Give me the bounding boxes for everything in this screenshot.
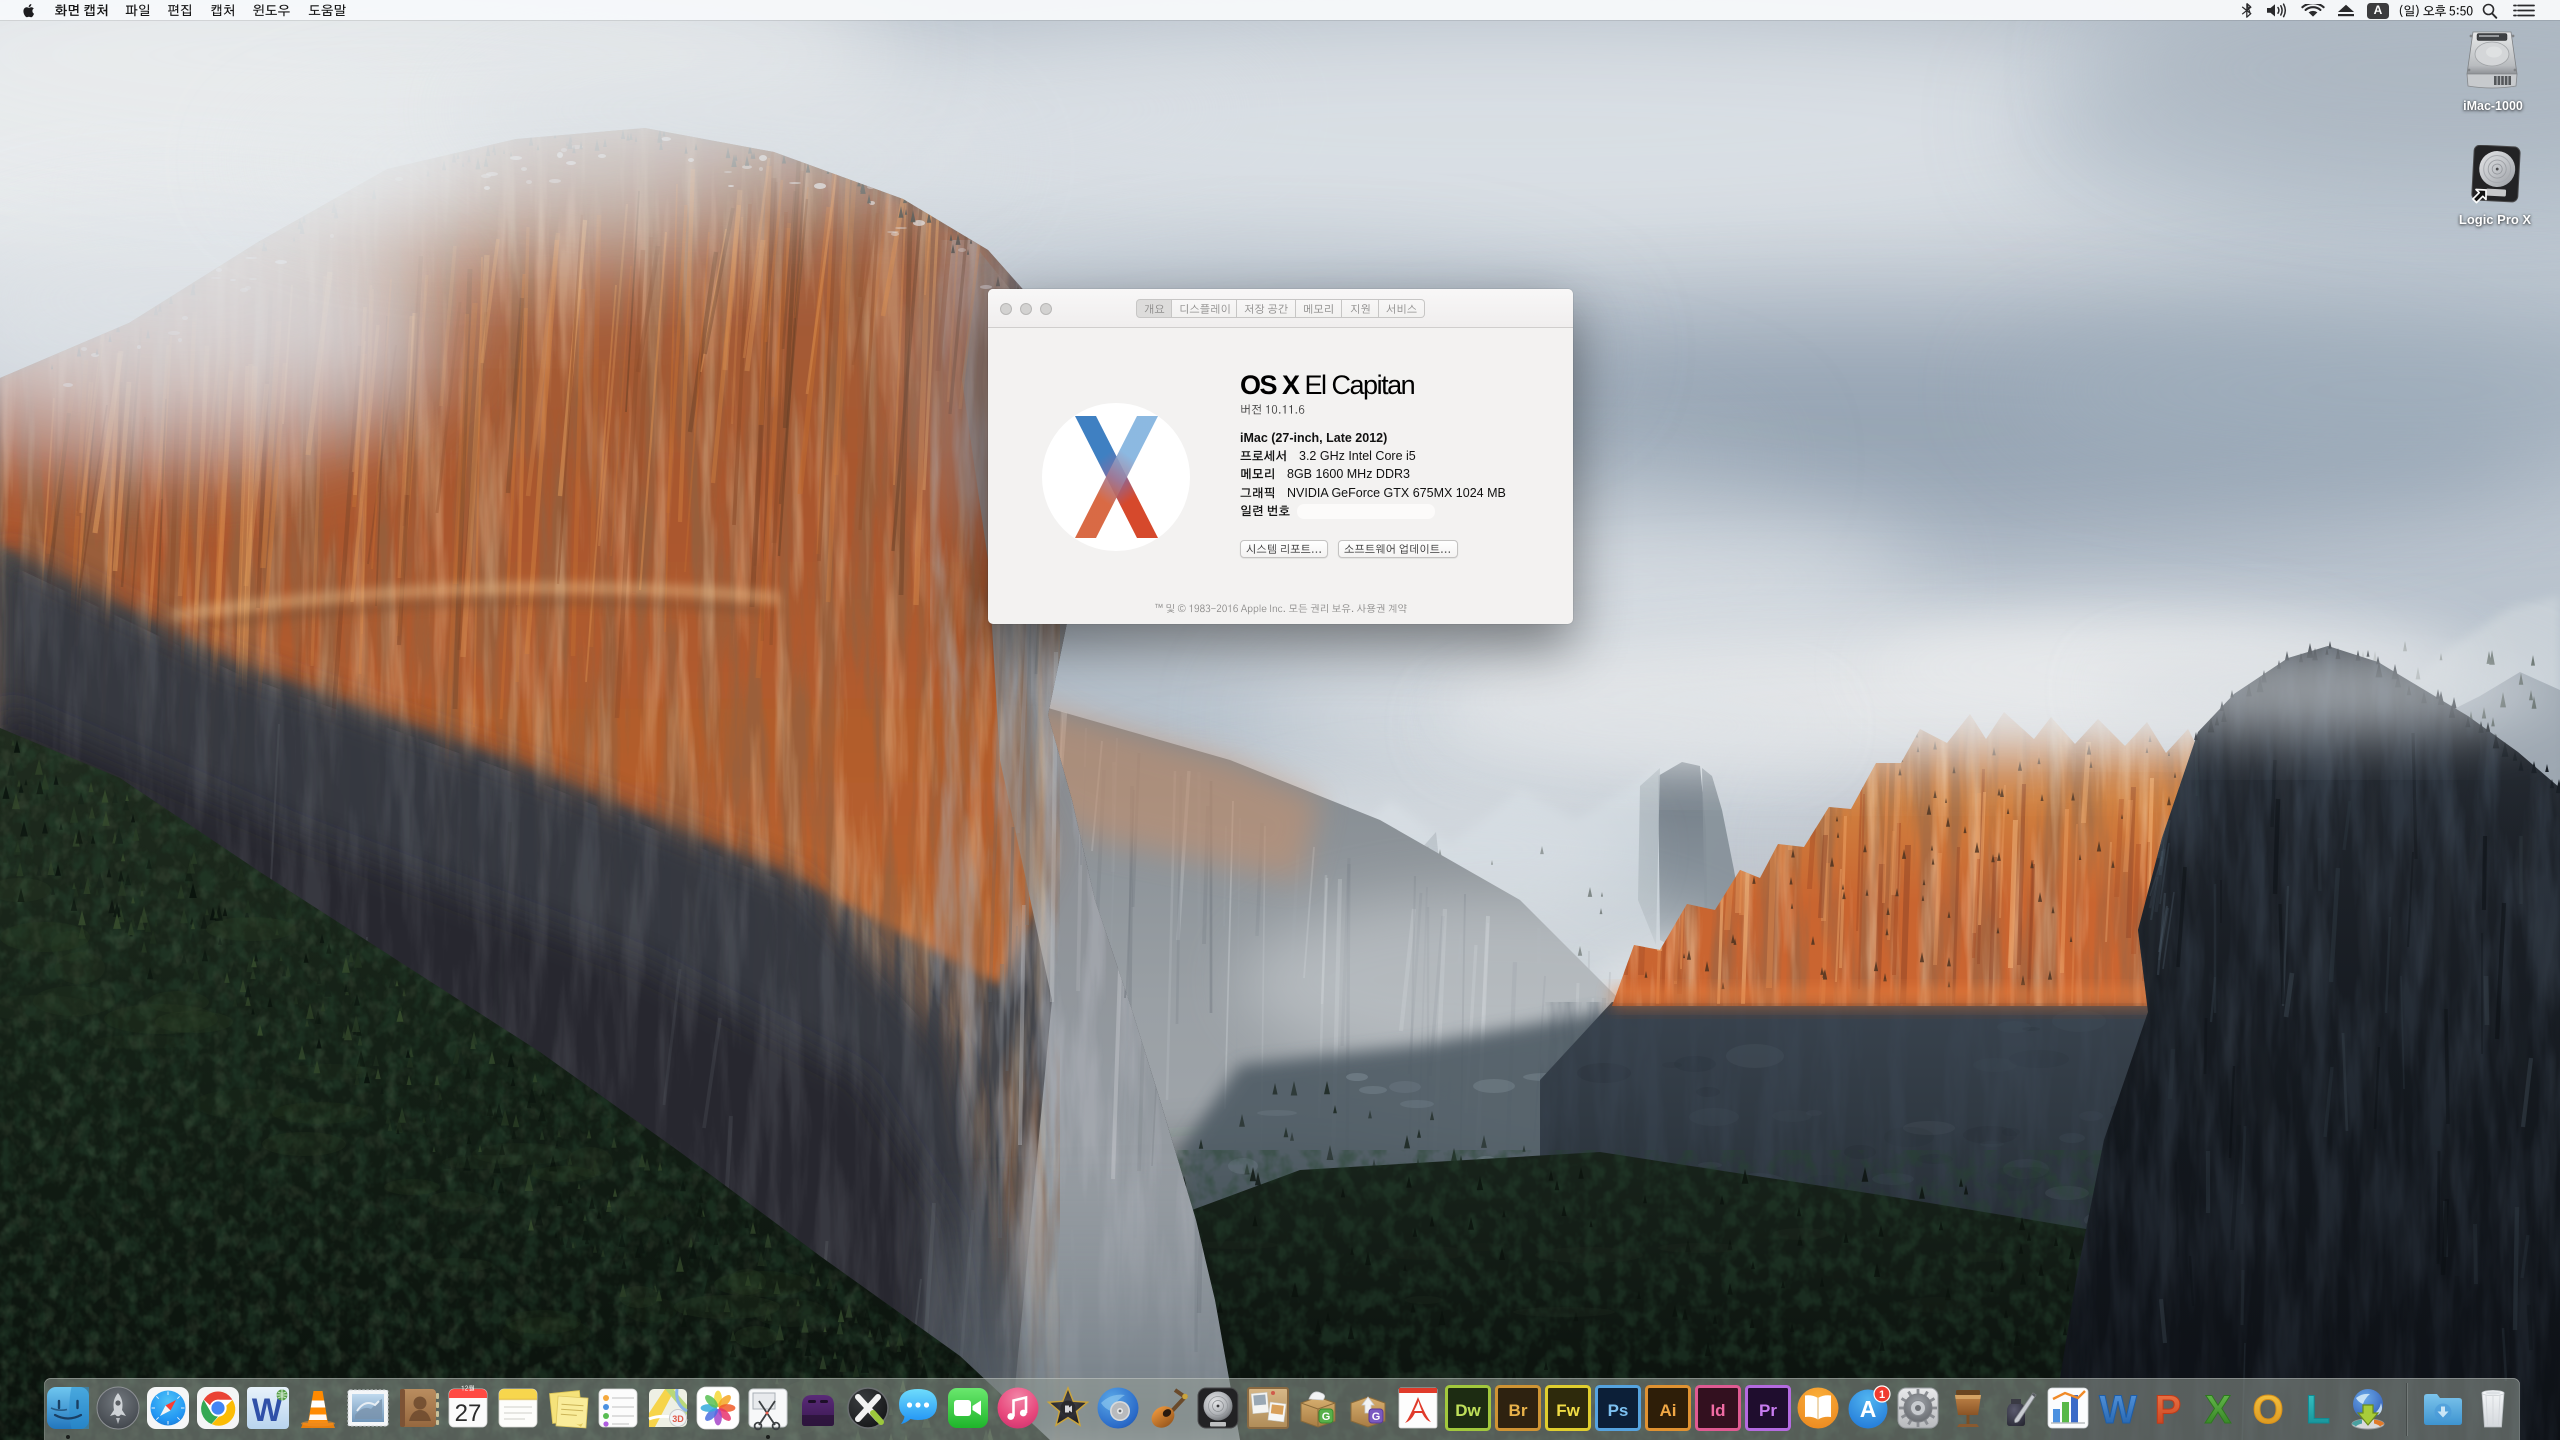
svg-text:Ps: Ps — [1608, 1401, 1629, 1420]
svg-text:1: 1 — [1879, 1389, 1885, 1401]
svg-text:X: X — [2205, 1388, 2232, 1431]
svg-text:G: G — [1322, 1411, 1331, 1423]
svg-text:27: 27 — [455, 1400, 482, 1427]
svg-text:O: O — [2252, 1388, 2283, 1431]
svg-text:Fw: Fw — [1556, 1401, 1580, 1420]
svg-text:3D: 3D — [672, 1414, 684, 1424]
svg-text:Dw: Dw — [1455, 1401, 1481, 1420]
svg-text:Br: Br — [1509, 1401, 1528, 1420]
svg-text:G: G — [1372, 1411, 1381, 1423]
svg-text:Ai: Ai — [1660, 1401, 1677, 1420]
svg-text:Id: Id — [1710, 1401, 1725, 1420]
svg-text:P: P — [2155, 1388, 2182, 1431]
svg-text:W: W — [2099, 1388, 2137, 1431]
svg-text:A: A — [1860, 1396, 1877, 1422]
svg-text:Pr: Pr — [1759, 1401, 1777, 1420]
svg-text:L: L — [2306, 1388, 2330, 1431]
